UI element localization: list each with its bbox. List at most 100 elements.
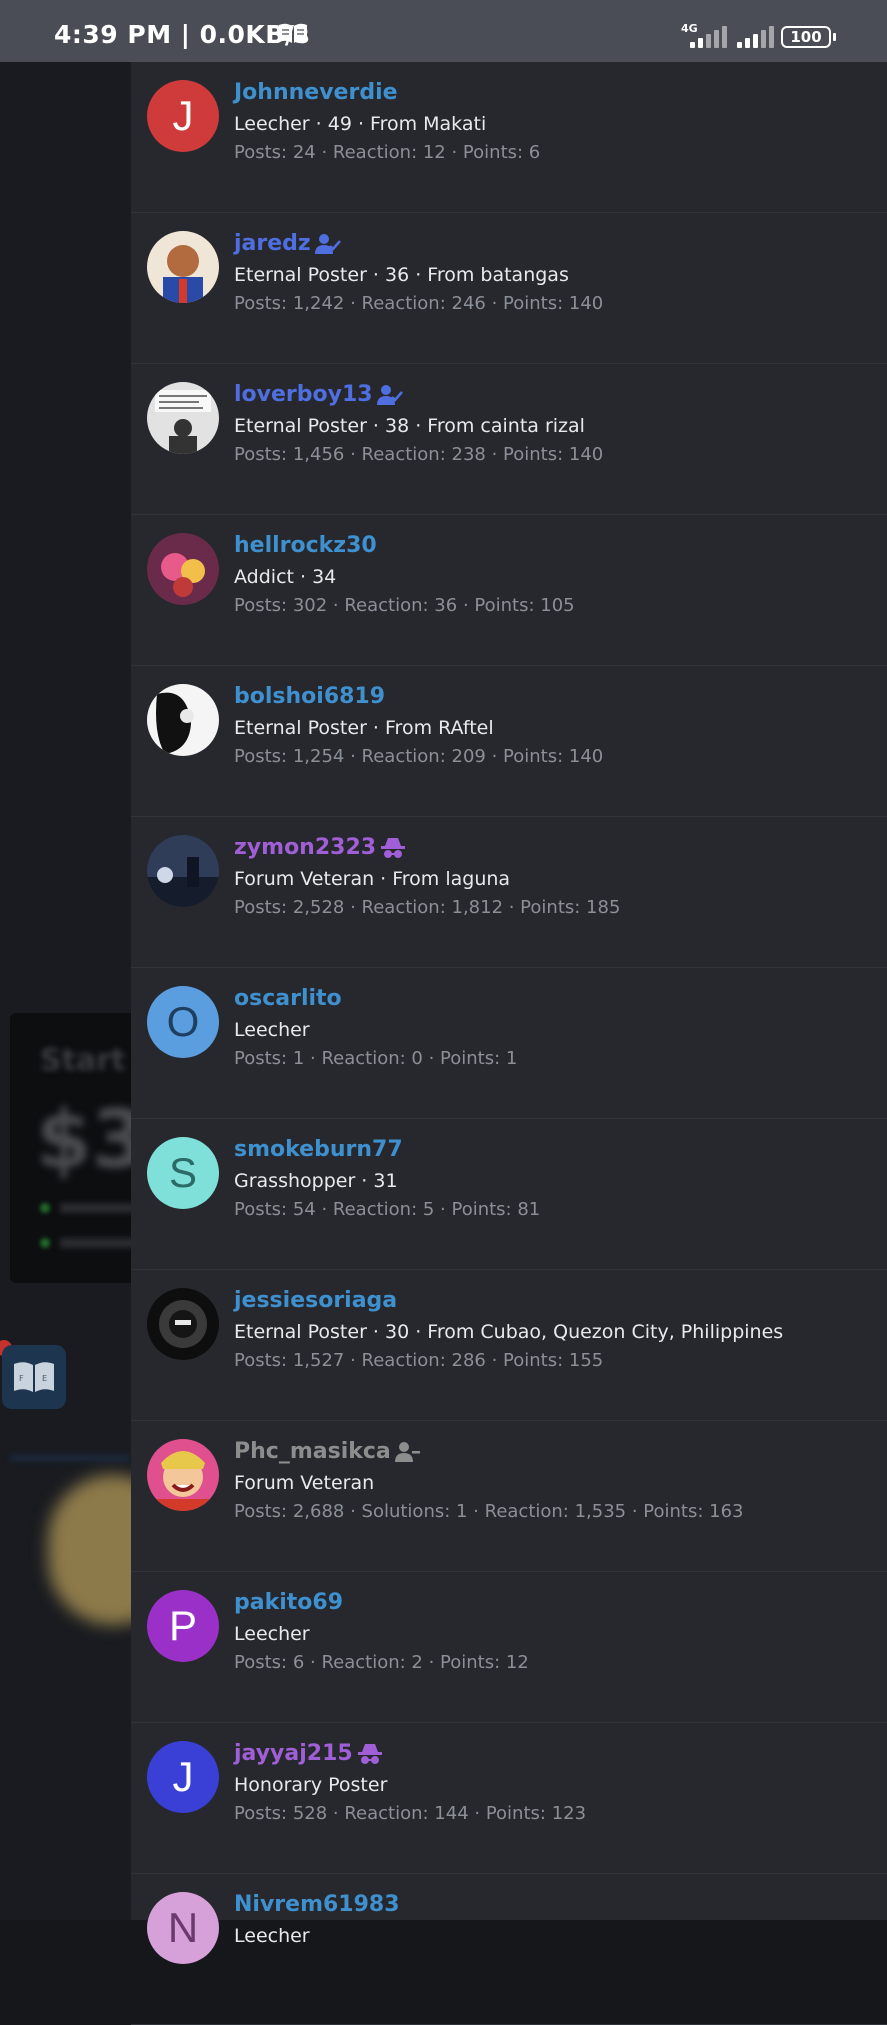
- svg-text:F: F: [19, 1374, 24, 1383]
- member-title-line: Eternal Poster · 36 · From batangas: [234, 264, 569, 286]
- member-name[interactable]: bolshoi6819: [234, 684, 385, 709]
- avatar[interactable]: P: [147, 1590, 219, 1662]
- member-item[interactable]: P pakito69 Leecher Posts: 6 · Reaction: …: [131, 1572, 887, 1723]
- member-name[interactable]: zymon2323: [234, 835, 376, 860]
- member-name[interactable]: hellrockz30: [234, 533, 377, 558]
- member-name[interactable]: loverboy13: [234, 382, 373, 407]
- incognito-icon: [381, 837, 406, 858]
- member-item[interactable]: Phc_masikca Forum Veteran Posts: 2,688 ·…: [131, 1421, 887, 1572]
- verified-user-icon: [314, 233, 341, 254]
- members-panel[interactable]: J Johnneverdie Leecher · 49 · From Makat…: [131, 62, 887, 2025]
- member-stats-line: Posts: 1,254 · Reaction: 209 · Points: 1…: [234, 746, 604, 767]
- avatar[interactable]: [147, 231, 219, 303]
- member-name-row[interactable]: bolshoi6819: [234, 684, 385, 709]
- member-name-row[interactable]: loverboy13: [234, 382, 403, 407]
- avatar[interactable]: [147, 533, 219, 605]
- member-name[interactable]: smokeburn77: [234, 1137, 403, 1162]
- reading-icon: [278, 22, 308, 48]
- member-title-line: Leecher: [234, 1925, 310, 1947]
- member-title-line: Forum Veteran: [234, 1472, 375, 1494]
- avatar[interactable]: [147, 684, 219, 756]
- member-name-row[interactable]: jessiesoriaga: [234, 1288, 397, 1313]
- member-item[interactable]: N Nivrem61983 Leecher: [131, 1874, 887, 2025]
- member-stats-line: Posts: 54 · Reaction: 5 · Points: 81: [234, 1199, 541, 1220]
- member-title-line: Forum Veteran · From laguna: [234, 868, 511, 890]
- background-promo-card: Start $3: [10, 1013, 140, 1283]
- member-stats-line: Posts: 2,688 · Solutions: 1 · Reaction: …: [234, 1501, 744, 1522]
- member-item[interactable]: loverboy13 Eternal Poster · 38 · From ca…: [131, 364, 887, 515]
- member-name-row[interactable]: jaredz: [234, 231, 341, 256]
- avatar[interactable]: S: [147, 1137, 219, 1209]
- avatar[interactable]: O: [147, 986, 219, 1058]
- member-stats-line: Posts: 1,527 · Reaction: 286 · Points: 1…: [234, 1350, 604, 1371]
- member-name[interactable]: jaredz: [234, 231, 311, 256]
- member-title-line: Honorary Poster: [234, 1774, 388, 1796]
- avatar[interactable]: [147, 1439, 219, 1511]
- member-name-row[interactable]: Phc_masikca: [234, 1439, 421, 1464]
- member-stats-line: Posts: 1,456 · Reaction: 238 · Points: 1…: [234, 444, 604, 465]
- background-check-dot: [40, 1203, 50, 1213]
- background-text-line: [60, 1238, 140, 1248]
- member-name[interactable]: Phc_masikca: [234, 1439, 391, 1464]
- user-minus-icon: [394, 1441, 420, 1462]
- member-title-line: Leecher · 49 · From Makati: [234, 113, 487, 135]
- member-item[interactable]: jessiesoriaga Eternal Poster · 30 · From…: [131, 1270, 887, 1421]
- member-name-row[interactable]: hellrockz30: [234, 533, 377, 558]
- book-icon: F E: [14, 1362, 54, 1392]
- member-item[interactable]: zymon2323 Forum Veteran · From laguna Po…: [131, 817, 887, 968]
- member-stats-line: Posts: 302 · Reaction: 36 · Points: 105: [234, 595, 575, 616]
- background-app-icon: F E: [2, 1345, 66, 1409]
- member-name[interactable]: jessiesoriaga: [234, 1288, 397, 1313]
- avatar[interactable]: [147, 1288, 219, 1360]
- member-item[interactable]: J Johnneverdie Leecher · 49 · From Makat…: [131, 62, 887, 213]
- member-item[interactable]: S smokeburn77 Grasshopper · 31 Posts: 54…: [131, 1119, 887, 1270]
- battery-indicator: 100: [781, 26, 831, 48]
- background-bar: [10, 1455, 130, 1461]
- member-name-row[interactable]: jayyaj215: [234, 1741, 383, 1766]
- battery-tip: [833, 33, 836, 41]
- member-name-row[interactable]: oscarlito: [234, 986, 342, 1011]
- signal-icon: [690, 24, 727, 48]
- member-name-row[interactable]: Nivrem61983: [234, 1892, 400, 1917]
- member-stats-line: Posts: 1 · Reaction: 0 · Points: 1: [234, 1048, 518, 1069]
- member-stats-line: Posts: 6 · Reaction: 2 · Points: 12: [234, 1652, 529, 1673]
- member-name-row[interactable]: Johnneverdie: [234, 80, 398, 105]
- member-stats-line: Posts: 1,242 · Reaction: 246 · Points: 1…: [234, 293, 604, 314]
- member-item[interactable]: O oscarlito Leecher Posts: 1 · Reaction:…: [131, 968, 887, 1119]
- avatar[interactable]: J: [147, 80, 219, 152]
- member-stats-line: Posts: 528 · Reaction: 144 · Points: 123: [234, 1803, 587, 1824]
- avatar[interactable]: N: [147, 1892, 219, 1964]
- member-item[interactable]: bolshoi6819 Eternal Poster · From RAftel…: [131, 666, 887, 817]
- member-name[interactable]: pakito69: [234, 1590, 343, 1615]
- member-name[interactable]: oscarlito: [234, 986, 342, 1011]
- background-promo-price: $3: [36, 1093, 140, 1186]
- member-item[interactable]: J jayyaj215 Honorary Poster Posts: 528 ·…: [131, 1723, 887, 1874]
- avatar[interactable]: [147, 835, 219, 907]
- member-name[interactable]: Johnneverdie: [234, 80, 398, 105]
- member-name-row[interactable]: pakito69: [234, 1590, 343, 1615]
- avatar[interactable]: [147, 382, 219, 454]
- signal-icon: [737, 24, 774, 48]
- svg-text:E: E: [42, 1374, 47, 1383]
- member-title-line: Leecher: [234, 1019, 310, 1041]
- member-title-line: Leecher: [234, 1623, 310, 1645]
- status-time: 4:39 PM | 0.0KB/s: [54, 20, 310, 49]
- member-title-line: Eternal Poster · 30 · From Cubao, Quezon…: [234, 1321, 784, 1343]
- member-item[interactable]: jaredz Eternal Poster · 36 · From batang…: [131, 213, 887, 364]
- status-bar: 4:39 PM | 0.0KB/s 4G 100: [0, 0, 887, 62]
- member-item[interactable]: hellrockz30 Addict · 34 Posts: 302 · Rea…: [131, 515, 887, 666]
- member-stats-line: Posts: 24 · Reaction: 12 · Points: 6: [234, 142, 541, 163]
- verified-user-icon: [376, 384, 403, 405]
- member-title-line: Eternal Poster · From RAftel: [234, 717, 494, 739]
- member-stats-line: Posts: 2,528 · Reaction: 1,812 · Points:…: [234, 897, 621, 918]
- member-name[interactable]: Nivrem61983: [234, 1892, 400, 1917]
- member-name[interactable]: jayyaj215: [234, 1741, 353, 1766]
- member-name-row[interactable]: zymon2323: [234, 835, 406, 860]
- member-title-line: Addict · 34: [234, 566, 337, 588]
- avatar[interactable]: J: [147, 1741, 219, 1813]
- background-text-line: [60, 1203, 140, 1213]
- member-name-row[interactable]: smokeburn77: [234, 1137, 403, 1162]
- background-promo-title: Start: [40, 1043, 126, 1078]
- member-title-line: Grasshopper · 31: [234, 1170, 398, 1192]
- member-title-line: Eternal Poster · 38 · From cainta rizal: [234, 415, 585, 437]
